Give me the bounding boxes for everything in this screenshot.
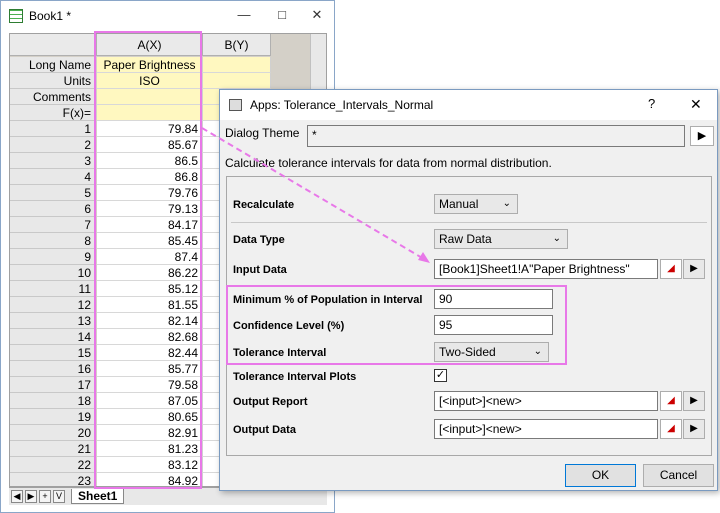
pointer-arrow — [201, 127, 430, 263]
